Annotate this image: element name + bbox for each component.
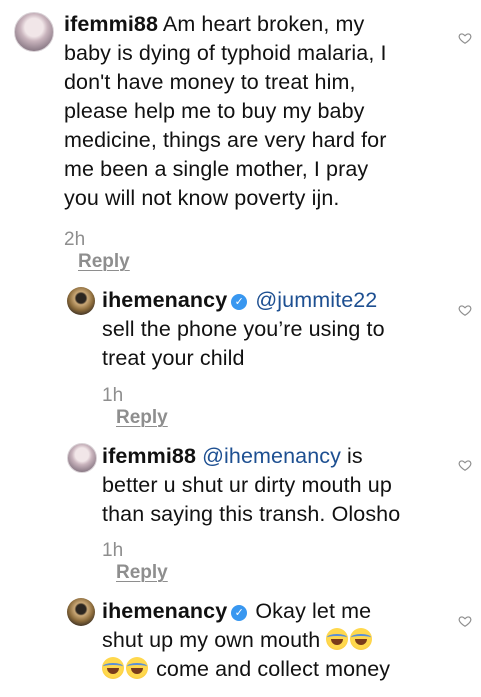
- avatar[interactable]: [67, 598, 95, 626]
- verified-badge-icon: ✓: [231, 294, 248, 310]
- reply-username[interactable]: ihemenancy: [102, 288, 227, 312]
- heart-outline-icon[interactable]: [458, 303, 472, 317]
- reply-meta: 1h Reply: [102, 385, 168, 429]
- avatar[interactable]: [14, 12, 54, 52]
- avatar[interactable]: [67, 287, 95, 315]
- heart-outline-icon[interactable]: [458, 31, 472, 45]
- comment-text-line: medicine, things are very hard for: [64, 128, 387, 152]
- reply-text-line: Okay let me: [255, 599, 372, 623]
- reply-text-line: is: [347, 444, 363, 468]
- heart-outline-icon[interactable]: [458, 614, 472, 628]
- reply-text-line: sell the phone you’re using to: [102, 317, 385, 341]
- reply-body: ihemenancy ✓ Okay let me shut up my own m…: [102, 597, 472, 684]
- reply-text-line: treat your child: [102, 346, 245, 370]
- reply-username[interactable]: ihemenancy: [102, 599, 227, 623]
- face-with-tears-of-joy-emoji: [126, 657, 148, 679]
- reply-text-line: than saying this transh. Olosho: [102, 502, 401, 526]
- face-with-tears-of-joy-emoji: [102, 657, 124, 679]
- face-with-tears-of-joy-emoji: [326, 628, 349, 650]
- reply-username[interactable]: ifemmi88: [102, 444, 196, 468]
- face-with-tears-of-joy-emoji: [350, 628, 373, 650]
- comment-meta: 2h Reply: [64, 229, 130, 273]
- comment-text-line: please help me to buy my baby: [64, 99, 365, 123]
- reply-body: ihemenancy ✓ @jummite22 sell the phone yo…: [102, 286, 472, 373]
- reply-text-line: better u shut ur dirty mouth up: [102, 473, 392, 497]
- reply-button[interactable]: Reply: [116, 562, 168, 583]
- comment-text-line: Am heart broken, my: [162, 12, 365, 36]
- comment-text-line: don't have money to treat him,: [64, 70, 356, 94]
- heart-outline-icon[interactable]: [458, 458, 472, 472]
- mention-link[interactable]: @ihemenancy: [202, 444, 341, 468]
- reply-meta: 1h Reply: [102, 540, 168, 584]
- avatar[interactable]: [67, 443, 97, 473]
- comment-text-line: you will not know poverty ijn.: [64, 186, 340, 210]
- reply-button[interactable]: Reply: [116, 407, 168, 428]
- timestamp: 1h: [102, 540, 124, 561]
- timestamp: 2h: [64, 229, 86, 250]
- reply-text-line: come and collect money: [156, 657, 391, 681]
- comment-text-line: me been a single mother, I pray: [64, 157, 369, 181]
- timestamp: 1h: [102, 385, 124, 406]
- comment-body: ifemmi88 Am heart broken, my baby is dyi…: [64, 10, 464, 213]
- reply-body: ifemmi88 @ihemenancy is better u shut ur…: [102, 442, 472, 529]
- comment-username[interactable]: ifemmi88: [64, 12, 158, 36]
- verified-badge-icon: ✓: [231, 605, 248, 621]
- reply-text-line: shut up my own mouth: [102, 628, 321, 652]
- mention-link[interactable]: @jummite22: [255, 288, 377, 312]
- reply-button[interactable]: Reply: [78, 251, 130, 272]
- comment-text-line: baby is dying of typhoid malaria, I: [64, 41, 387, 65]
